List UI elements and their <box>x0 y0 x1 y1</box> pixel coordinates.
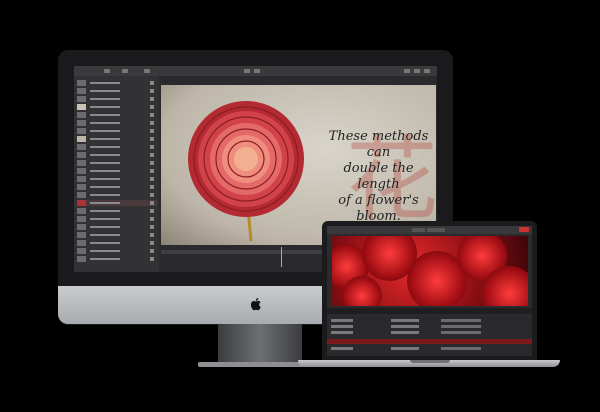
toolbar-button[interactable] <box>254 69 260 73</box>
layer-row[interactable] <box>77 240 157 246</box>
layer-row[interactable] <box>77 176 157 182</box>
layer-row[interactable] <box>77 232 157 238</box>
toolbar-button[interactable] <box>244 69 250 73</box>
app-badge <box>519 227 529 232</box>
video-viewer[interactable] <box>332 236 528 306</box>
quote-text: These methods can double the length of a… <box>321 129 436 225</box>
app-toolbar <box>74 66 437 76</box>
toolbar-button[interactable] <box>404 69 410 73</box>
transport-bar[interactable] <box>327 308 532 314</box>
layer-row[interactable] <box>77 136 157 142</box>
layer-row[interactable] <box>77 224 157 230</box>
clip-list <box>327 316 532 356</box>
toolbar-button[interactable] <box>414 69 420 73</box>
layer-row[interactable] <box>77 160 157 166</box>
layer-row[interactable] <box>77 216 157 222</box>
layer-row-selected[interactable] <box>77 200 157 206</box>
quote-line: double the length <box>343 161 414 192</box>
layer-row[interactable] <box>77 168 157 174</box>
layer-row[interactable] <box>77 152 157 158</box>
dahlia-flower-image <box>188 101 304 241</box>
layer-row[interactable] <box>77 248 157 254</box>
toolbar-button[interactable] <box>104 69 110 73</box>
playhead[interactable] <box>281 247 282 267</box>
macbook-notch <box>410 360 450 363</box>
tab[interactable] <box>412 228 425 232</box>
layer-row[interactable] <box>77 104 157 110</box>
list-item[interactable] <box>331 347 527 350</box>
apple-logo-icon <box>250 298 261 311</box>
layer-row[interactable] <box>77 80 157 86</box>
layer-row[interactable] <box>77 256 157 262</box>
imac-stand <box>218 324 302 366</box>
layers-panel <box>74 76 159 272</box>
toolbar-button[interactable] <box>424 69 430 73</box>
list-item[interactable] <box>331 331 527 334</box>
tab[interactable] <box>427 228 445 232</box>
layer-row[interactable] <box>77 208 157 214</box>
layer-row[interactable] <box>77 192 157 198</box>
layer-row[interactable] <box>77 120 157 126</box>
list-item[interactable] <box>331 325 527 328</box>
layer-row[interactable] <box>77 128 157 134</box>
toolbar-button[interactable] <box>144 69 150 73</box>
layer-row[interactable] <box>77 88 157 94</box>
layer-row[interactable] <box>77 144 157 150</box>
macbook-screen <box>327 226 532 356</box>
quote-line: These methods can <box>328 129 429 160</box>
macbook-app-topbar <box>327 226 532 234</box>
list-item[interactable] <box>331 319 527 322</box>
layer-row[interactable] <box>77 184 157 190</box>
layer-row[interactable] <box>77 96 157 102</box>
layer-row[interactable] <box>77 112 157 118</box>
toolbar-button[interactable] <box>122 69 128 73</box>
list-item-selected[interactable] <box>327 339 532 344</box>
